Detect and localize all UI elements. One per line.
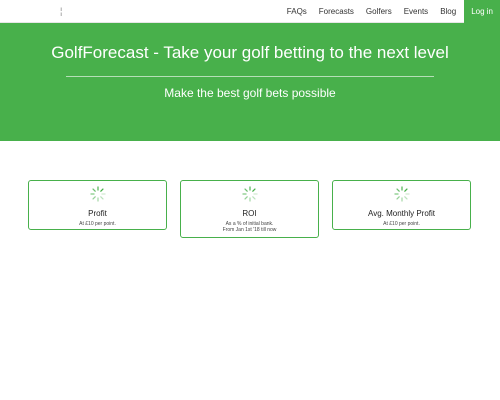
nav-links: FAQs Forecasts Golfers Events Blog Log i…: [281, 0, 500, 23]
card-title: Profit: [88, 209, 107, 218]
hero-subtitle: Make the best golf bets possible: [164, 86, 336, 100]
loading-spinner-icon: [90, 186, 106, 202]
spinner-segment: [100, 196, 104, 200]
spinner-segment: [404, 188, 408, 192]
stat-card-profit: Profit At £10 per point.: [28, 180, 167, 230]
nav-link-blog[interactable]: Blog: [434, 0, 462, 23]
top-navbar: ¦ FAQs Forecasts Golfers Events Blog Log…: [0, 0, 500, 23]
spinner-segment: [92, 188, 96, 192]
nav-link-events[interactable]: Events: [398, 0, 434, 23]
stat-card-avg-monthly-profit: Avg. Monthly Profit At £10 per point.: [332, 180, 471, 230]
login-button[interactable]: Log in: [464, 0, 500, 23]
spinner-segment: [396, 188, 400, 192]
spinner-segment: [404, 196, 408, 200]
card-note: At £10 per point.: [79, 221, 116, 227]
hero-title: GolfForecast - Take your golf betting to…: [51, 43, 449, 62]
loading-spinner-icon: [394, 186, 410, 202]
spinner-segment: [92, 196, 96, 200]
spinner-segment: [396, 196, 400, 200]
hero-banner: GolfForecast - Take your golf betting to…: [0, 23, 500, 141]
stat-card-roi: ROI As a % of initial bank. From Jan 1st…: [180, 180, 319, 238]
nav-link-forecasts[interactable]: Forecasts: [313, 0, 360, 23]
card-title: ROI: [242, 209, 257, 218]
nav-link-faqs[interactable]: FAQs: [281, 0, 313, 23]
spinner-segment: [252, 188, 256, 192]
hero-divider: [66, 76, 434, 77]
spinner-segment: [100, 188, 104, 192]
loading-spinner-icon: [242, 186, 258, 202]
card-note-period: From Jan 1st '18 till now: [222, 227, 277, 233]
spinner-segment: [252, 196, 256, 200]
spinner-segment: [244, 196, 248, 200]
brand-mark[interactable]: ¦: [60, 7, 62, 16]
card-note: At £10 per point.: [383, 221, 420, 227]
spinner-segment: [244, 188, 248, 192]
nav-link-golfers[interactable]: Golfers: [360, 0, 398, 23]
card-title: Avg. Monthly Profit: [368, 209, 435, 218]
